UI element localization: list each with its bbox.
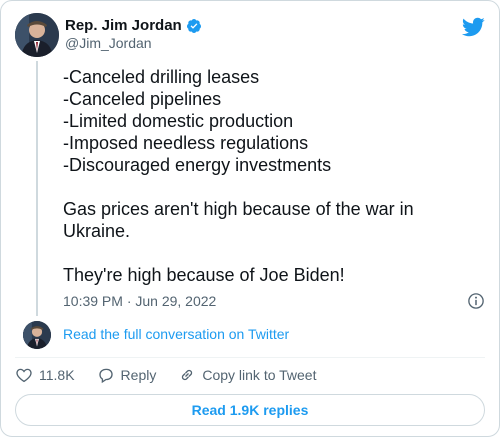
tweet-line: -Canceled pipelines [63,89,222,109]
like-button[interactable]: 11.8K [15,366,75,384]
divider [15,357,485,358]
tweet-embed-card: Rep. Jim Jordan @Jim_Jordan -Canceled dr… [0,0,500,437]
tweet-timestamp[interactable]: 10:39 PM · Jun 29, 2022 [63,293,216,309]
twitter-bird-icon[interactable] [461,15,485,39]
author-name-row: Rep. Jim Jordan [65,17,202,34]
tweet-paragraph: Gas prices aren't high because of the wa… [63,199,414,241]
tweet-line: -Canceled drilling leases [63,67,260,87]
copy-link-label: Copy link to Tweet [202,367,317,383]
verified-badge-icon [186,18,202,34]
read-replies-button[interactable]: Read 1.9K replies [15,394,485,426]
heart-icon [16,368,32,383]
author-handle[interactable]: @Jim_Jordan [65,35,152,51]
info-icon[interactable] [467,292,485,310]
reply-icon [98,368,113,384]
tweet-line: -Limited domestic production [63,111,294,131]
author-name[interactable]: Rep. Jim Jordan [65,17,182,34]
tweet-paragraph: They're high because of Joe Biden! [63,265,345,285]
tweet-line: -Imposed needless regulations [63,133,309,153]
full-conversation-link[interactable]: Read the full conversation on Twitter [63,326,289,342]
conversation-avatar[interactable] [23,321,51,349]
reply-button[interactable]: Reply [97,366,157,384]
like-count: 11.8K [39,367,75,383]
copy-link-button[interactable]: Copy link to Tweet [178,366,316,384]
thread-line [36,61,38,316]
reply-label: Reply [120,367,157,383]
action-bar: 11.8K Reply Copy link to Tweet [15,366,338,384]
author-avatar[interactable] [15,13,59,57]
tweet-line: -Discouraged energy investments [63,155,332,175]
tweet-text: -Canceled drilling leases -Canceled pipe… [63,66,483,286]
link-icon [182,369,193,381]
